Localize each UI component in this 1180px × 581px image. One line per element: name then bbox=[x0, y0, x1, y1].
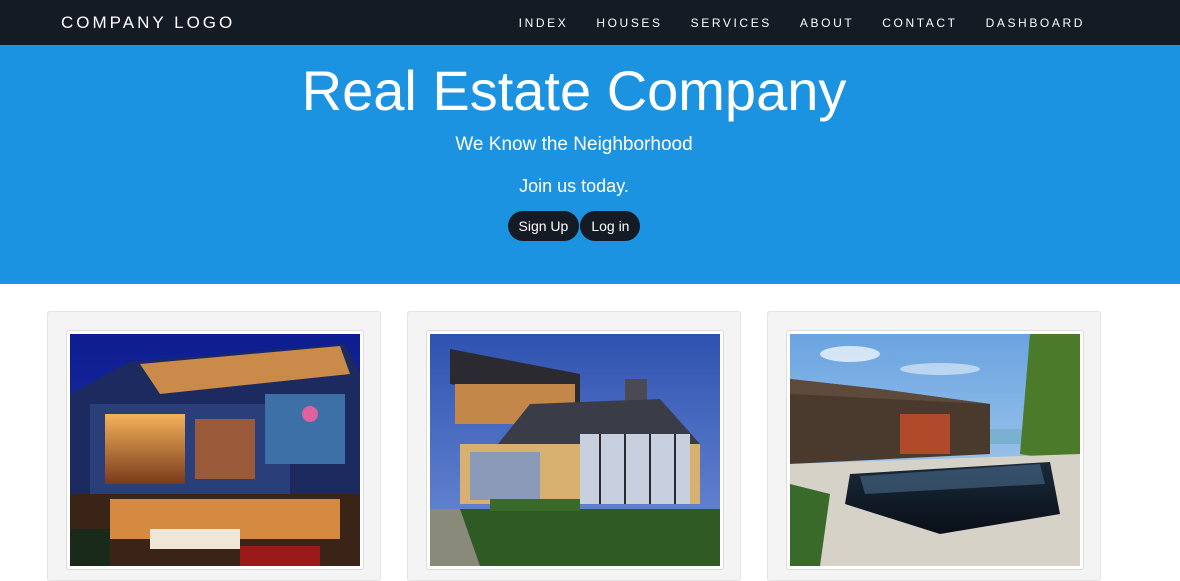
log-in-button[interactable]: Log in bbox=[580, 211, 641, 241]
hero-title: Real Estate Company bbox=[301, 59, 847, 122]
sign-up-button[interactable]: Sign Up bbox=[507, 211, 580, 241]
hero-banner: Real Estate Company We Know the Neighbor… bbox=[0, 45, 1180, 284]
nav-link-index[interactable]: INDEX bbox=[519, 16, 569, 30]
hero-subtitle: We Know the Neighborhood bbox=[455, 134, 693, 155]
hero-cta-text: Join us today. bbox=[519, 176, 629, 196]
house-image-thumbnail[interactable] bbox=[786, 330, 1084, 570]
top-navbar: COMPANY LOGO INDEX HOUSES SERVICES ABOUT… bbox=[0, 0, 1180, 45]
nav-link-about[interactable]: ABOUT bbox=[800, 16, 854, 30]
nav-link-houses[interactable]: HOUSES bbox=[596, 16, 662, 30]
nav-link-dashboard[interactable]: DASHBOARD bbox=[986, 16, 1085, 30]
nav-links: INDEX HOUSES SERVICES ABOUT CONTACT DASH… bbox=[491, 16, 1085, 30]
house-card[interactable] bbox=[407, 311, 741, 581]
nav-link-contact[interactable]: CONTACT bbox=[882, 16, 957, 30]
house-card[interactable] bbox=[767, 311, 1101, 581]
company-logo-link[interactable]: COMPANY LOGO bbox=[61, 13, 235, 33]
hero-button-group: Sign Up Log in bbox=[0, 211, 1180, 241]
house-cards bbox=[0, 284, 1180, 581]
house-image-thumbnail[interactable] bbox=[426, 330, 724, 570]
house-image-thumbnail[interactable] bbox=[66, 330, 364, 570]
house-photo bbox=[790, 334, 1080, 566]
house-card[interactable] bbox=[47, 311, 381, 581]
house-photo bbox=[430, 334, 720, 566]
house-photo bbox=[70, 334, 360, 566]
nav-link-services[interactable]: SERVICES bbox=[691, 16, 772, 30]
